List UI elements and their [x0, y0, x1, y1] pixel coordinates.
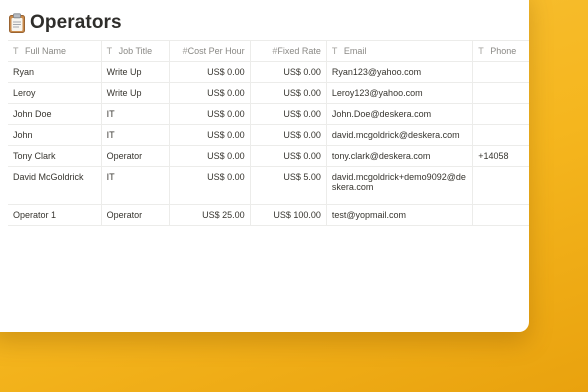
text-type-icon: T [13, 46, 19, 56]
cell-fixed-rate[interactable]: US$ 5.00 [250, 166, 327, 205]
cell-phone[interactable]: +14058 [472, 145, 529, 167]
clipboard-icon [8, 13, 26, 33]
page-title: Operators [30, 12, 122, 33]
cell-fixed-rate[interactable]: US$ 0.00 [250, 145, 327, 167]
cell-job-title[interactable]: Write Up [101, 82, 170, 104]
cell-full-name[interactable]: Operator 1 [8, 204, 102, 226]
cell-fixed-rate[interactable]: US$ 0.00 [250, 82, 327, 104]
cell-cost-per-hour[interactable]: US$ 25.00 [169, 204, 251, 226]
column-header-job-title[interactable]: T Job Title [101, 40, 170, 62]
table-row[interactable]: John Doe IT US$ 0.00 US$ 0.00 John.Doe@deske… [8, 103, 529, 125]
cell-phone[interactable] [472, 204, 529, 226]
column-header-phone[interactable]: T Phone [472, 40, 529, 62]
cell-cost-per-hour[interactable]: US$ 0.00 [169, 61, 251, 83]
cell-phone[interactable] [472, 103, 529, 125]
cell-job-title[interactable]: Operator [101, 204, 170, 226]
cell-email[interactable]: david.mcgoldrick+demo9092@deskera.com [326, 166, 474, 205]
cell-fixed-rate[interactable]: US$ 0.00 [250, 124, 327, 146]
cell-fixed-rate[interactable]: US$ 0.00 [250, 61, 327, 83]
cell-cost-per-hour[interactable]: US$ 0.00 [169, 124, 251, 146]
cell-phone[interactable] [472, 82, 529, 104]
cell-full-name[interactable]: John [8, 124, 102, 146]
cell-job-title[interactable]: IT [101, 103, 170, 125]
cell-full-name[interactable]: Ryan [8, 61, 102, 83]
table-row[interactable]: David McGoldrick IT US$ 0.00 US$ 5.00 david.… [8, 166, 529, 205]
cell-job-title[interactable]: IT [101, 166, 170, 205]
cell-cost-per-hour[interactable]: US$ 0.00 [169, 82, 251, 104]
cell-full-name[interactable]: David McGoldrick [8, 166, 102, 205]
operators-table: T Full Name T Job Title #Cost Per Hour #Fi… [8, 40, 529, 226]
number-type-icon: # [272, 46, 278, 56]
page-title-row: Operators [8, 11, 122, 35]
table-header-row: T Full Name T Job Title #Cost Per Hour #Fi… [8, 40, 529, 62]
table-row[interactable]: Tony Clark Operator US$ 0.00 US$ 0.00 tony.c… [8, 145, 529, 167]
column-header-cost-per-hour[interactable]: #Cost Per Hour [169, 40, 251, 62]
cell-email[interactable]: tony.clark@deskera.com [326, 145, 474, 167]
text-type-icon: T [478, 46, 484, 56]
column-header-full-name[interactable]: T Full Name [8, 40, 102, 62]
table-row[interactable]: Leroy Write Up US$ 0.00 US$ 0.00 Leroy123@ya… [8, 82, 529, 104]
cell-cost-per-hour[interactable]: US$ 0.00 [169, 166, 251, 205]
cell-full-name[interactable]: John Doe [8, 103, 102, 125]
number-type-icon: # [182, 46, 188, 56]
column-header-email[interactable]: T Email [326, 40, 474, 62]
text-type-icon: T [106, 46, 113, 56]
operators-database-card: Operators T Full Name T Job Title #Cost Pe… [0, 0, 529, 332]
table-row[interactable]: Ryan Write Up US$ 0.00 US$ 0.00 Ryan123@yaho… [8, 61, 529, 83]
cell-cost-per-hour[interactable]: US$ 0.00 [169, 145, 251, 167]
table-row[interactable]: John IT US$ 0.00 US$ 0.00 david.mcgoldrick@d… [8, 124, 529, 146]
cell-email[interactable]: david.mcgoldrick@deskera.com [326, 124, 474, 146]
table-row[interactable]: Operator 1 Operator US$ 25.00 US$ 100.00 tes… [8, 204, 529, 226]
cell-job-title[interactable]: IT [101, 124, 170, 146]
cell-phone[interactable] [472, 166, 529, 205]
cell-cost-per-hour[interactable]: US$ 0.00 [169, 103, 251, 125]
cell-phone[interactable] [472, 61, 529, 83]
table-body: Ryan Write Up US$ 0.00 US$ 0.00 Ryan123@yaho… [8, 61, 529, 226]
cell-email[interactable]: Ryan123@yahoo.com [326, 61, 474, 83]
cell-full-name[interactable]: Leroy [8, 82, 102, 104]
cell-full-name[interactable]: Tony Clark [8, 145, 102, 167]
cell-job-title[interactable]: Operator [101, 145, 170, 167]
cell-fixed-rate[interactable]: US$ 100.00 [250, 204, 327, 226]
text-type-icon: T [331, 46, 338, 56]
cell-job-title[interactable]: Write Up [101, 61, 170, 83]
cell-phone[interactable] [472, 124, 529, 146]
cell-email[interactable]: test@yopmail.com [326, 204, 474, 226]
column-header-fixed-rate[interactable]: #Fixed Rate [250, 40, 327, 62]
cell-fixed-rate[interactable]: US$ 0.00 [250, 103, 327, 125]
cell-email[interactable]: Leroy123@yahoo.com [326, 82, 474, 104]
cell-email[interactable]: John.Doe@deskera.com [326, 103, 474, 125]
